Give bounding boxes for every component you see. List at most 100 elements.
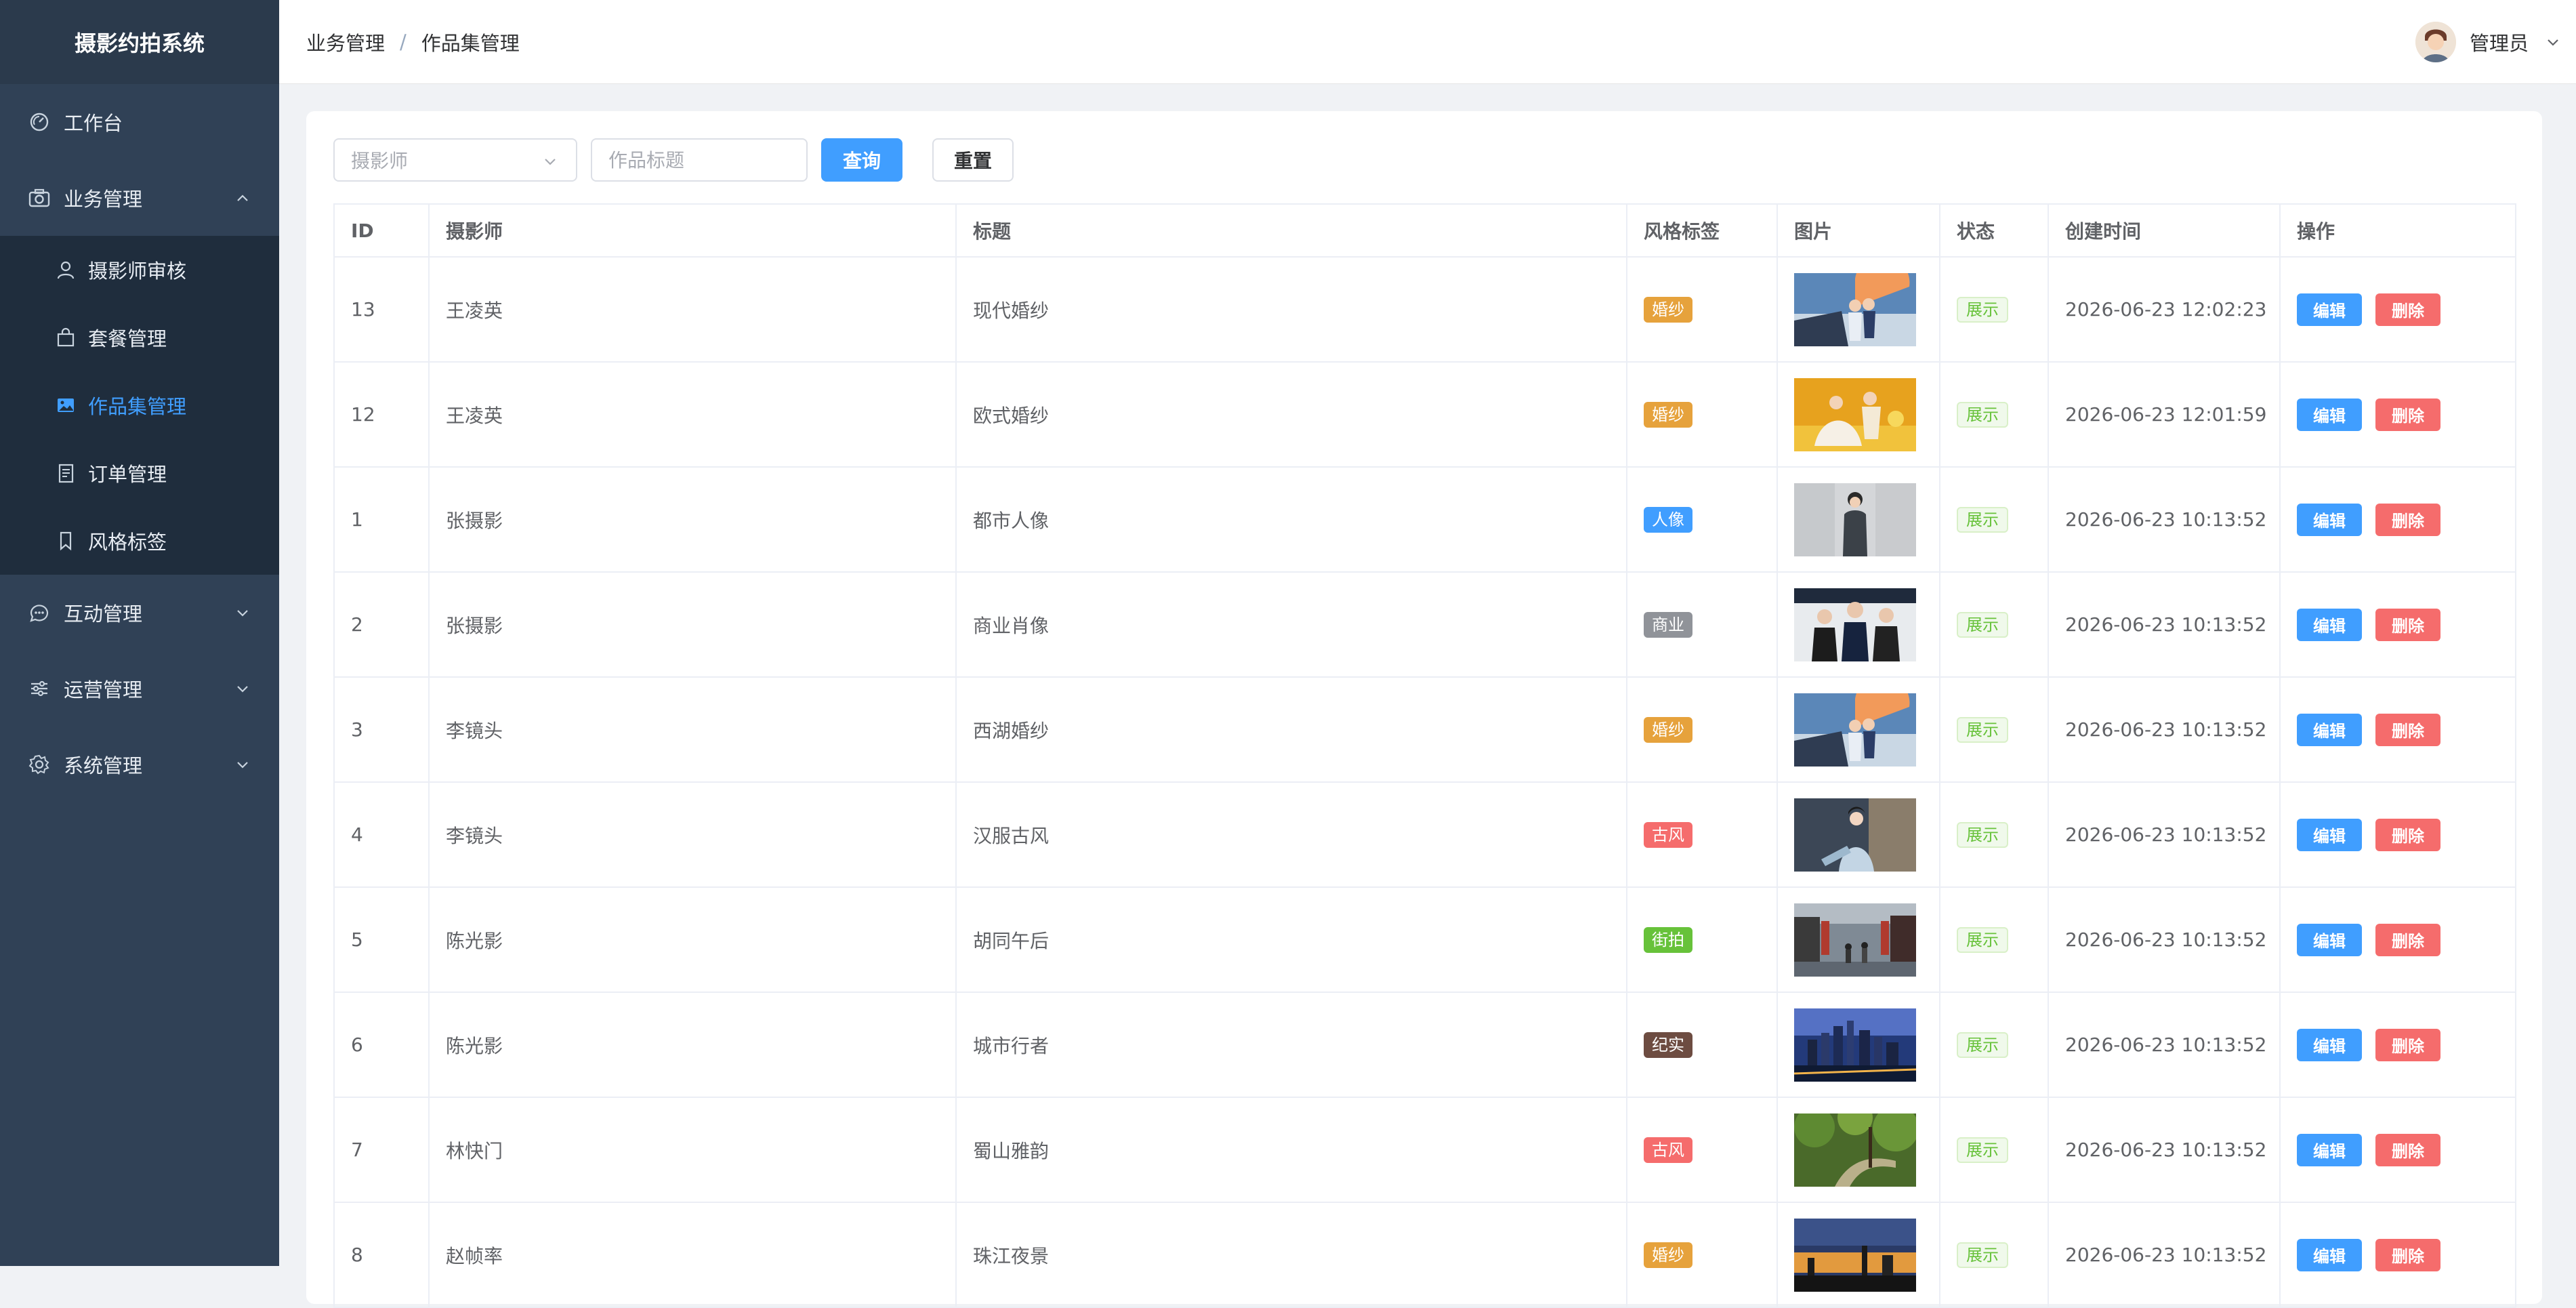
column-header: 图片	[1777, 203, 1940, 258]
cell-id: 4	[333, 781, 430, 888]
cell-status: 展示	[1939, 256, 2049, 363]
delete-button[interactable]: 删除	[2375, 1028, 2440, 1061]
cell-id: 7	[333, 1097, 430, 1203]
delete-button[interactable]: 删除	[2375, 818, 2440, 851]
table-body: 13 王凌英 现代婚纱 婚纱 展示 2026-06-23 12:02:23 编辑…	[333, 256, 2516, 1308]
style-tag: 婚纱	[1644, 1242, 1692, 1268]
delete-button[interactable]: 删除	[2375, 923, 2440, 956]
sidebar-item-photographer-review[interactable]: 摄影师审核	[0, 236, 279, 304]
sidebar-item-label: 作品集管理	[88, 395, 187, 418]
title-text: 欧式婚纱	[973, 404, 1050, 427]
photographer-text: 王凌英	[446, 404, 503, 427]
photographer-text: 张摄影	[446, 509, 503, 532]
thumbnail-image[interactable]	[1794, 798, 1939, 872]
breadcrumb: 业务管理 / 作品集管理	[306, 28, 520, 56]
column-header: ID	[333, 203, 430, 258]
title-search-input[interactable]	[591, 138, 808, 182]
cell-status: 展示	[1939, 361, 2049, 468]
cell-style-tag: 婚纱	[1626, 676, 1778, 783]
sidebar-item-label: 业务管理	[64, 188, 143, 211]
delete-button[interactable]: 删除	[2375, 1133, 2440, 1166]
table-row: 7 林快门 蜀山雅韵 古风 展示 2026-06-23 10:13:52 编辑删…	[333, 1097, 2516, 1203]
sidebar-group-operations[interactable]: 运营管理	[0, 651, 279, 727]
style-tag: 婚纱	[1644, 401, 1692, 428]
edit-button[interactable]: 编辑	[2297, 1238, 2362, 1271]
cell-photographer: 李镜头	[428, 676, 957, 783]
thumbnail-image[interactable]	[1794, 483, 1939, 556]
sidebar-item-orders[interactable]: 订单管理	[0, 439, 279, 507]
sidebar-item-style-tags[interactable]: 风格标签	[0, 507, 279, 575]
delete-button[interactable]: 删除	[2375, 713, 2440, 746]
cell-id: 13	[333, 256, 430, 363]
style-tag: 婚纱	[1644, 716, 1692, 743]
edit-button[interactable]: 编辑	[2297, 713, 2362, 746]
sidebar-group-interaction[interactable]: 互动管理	[0, 575, 279, 651]
chevron-down-icon	[237, 686, 248, 693]
delete-button[interactable]: 删除	[2375, 1238, 2440, 1271]
thumbnail-image[interactable]	[1794, 693, 1939, 767]
cell-style-tag: 古风	[1626, 1097, 1778, 1203]
edit-button[interactable]: 编辑	[2297, 1133, 2362, 1166]
cell-style-tag: 商业	[1626, 571, 1778, 678]
sidebar-group-business[interactable]: 业务管理	[0, 160, 279, 236]
query-button[interactable]: 查询	[821, 138, 902, 182]
edit-button[interactable]: 编辑	[2297, 1028, 2362, 1061]
cell-id: 6	[333, 992, 430, 1098]
edit-button[interactable]: 编辑	[2297, 923, 2362, 956]
cell-actions: 编辑 删除	[2279, 781, 2516, 888]
photographer-select[interactable]: 摄影师	[333, 138, 577, 182]
chevron-up-icon	[237, 195, 248, 201]
cell-title: 胡同午后	[955, 886, 1627, 993]
delete-button[interactable]: 删除	[2375, 398, 2440, 431]
user-menu[interactable]: 管理员	[2415, 19, 2562, 65]
edit-button[interactable]: 编辑	[2297, 608, 2362, 641]
id-text: 8	[351, 1244, 363, 1266]
photographer-text: 李镜头	[446, 719, 503, 742]
sidebar-item-packages[interactable]: 套餐管理	[0, 304, 279, 371]
cell-photographer: 陈光影	[428, 992, 957, 1098]
cell-created: 2026-06-23 12:01:59	[2048, 361, 2281, 468]
delete-button[interactable]: 删除	[2375, 503, 2440, 536]
id-text: 13	[351, 298, 375, 321]
sidebar-item-portfolio[interactable]: 作品集管理	[0, 371, 279, 439]
sidebar-group-system[interactable]: 系统管理	[0, 727, 279, 802]
cell-image	[1777, 992, 1940, 1098]
thumbnail-image[interactable]	[1794, 272, 1939, 346]
chevron-down-icon	[237, 762, 248, 769]
photographer-text: 张摄影	[446, 614, 503, 637]
avatar	[2415, 22, 2456, 62]
portfolio-table: ID 摄影师 标题 风格标签 图片 状态 创建时间 操作 13 王凌英 现代婚纱…	[333, 203, 2516, 1308]
table-row: 5 陈光影 胡同午后 街拍 展示 2026-06-23 10:13:52 编辑删…	[333, 886, 2516, 993]
style-tag: 人像	[1644, 506, 1692, 533]
thumbnail-image[interactable]	[1794, 377, 1939, 451]
sidebar-item-label: 风格标签	[88, 531, 167, 554]
delete-button[interactable]: 删除	[2375, 293, 2440, 326]
delete-button[interactable]: 删除	[2375, 608, 2440, 641]
thumbnail-image[interactable]	[1794, 1008, 1939, 1082]
cell-id: 1	[333, 466, 430, 573]
id-text: 2	[351, 613, 363, 636]
cell-style-tag: 古风	[1626, 781, 1778, 888]
sliders-icon	[27, 676, 51, 701]
edit-button[interactable]: 编辑	[2297, 293, 2362, 326]
title-text: 商业肖像	[973, 614, 1050, 637]
edit-button[interactable]: 编辑	[2297, 818, 2362, 851]
title-text: 胡同午后	[973, 929, 1050, 952]
sidebar-item-workbench[interactable]: 工作台	[0, 84, 279, 160]
thumbnail-image[interactable]	[1794, 588, 1939, 661]
column-header: 风格标签	[1626, 203, 1778, 258]
thumbnail-image[interactable]	[1794, 903, 1939, 977]
reset-button[interactable]: 重置	[932, 138, 1014, 182]
edit-button[interactable]: 编辑	[2297, 398, 2362, 431]
style-tag: 商业	[1644, 611, 1692, 638]
sidebar-item-label: 运营管理	[64, 678, 143, 701]
created-time: 2026-06-23 10:13:52	[2065, 718, 2267, 741]
thumbnail-image[interactable]	[1794, 1113, 1939, 1187]
cell-title: 城市行者	[955, 992, 1627, 1098]
cell-title: 都市人像	[955, 466, 1627, 573]
cell-title: 蜀山雅韵	[955, 1097, 1627, 1203]
thumbnail-image[interactable]	[1794, 1218, 1939, 1292]
cell-image	[1777, 466, 1940, 573]
breadcrumb-item[interactable]: 业务管理	[306, 28, 385, 56]
edit-button[interactable]: 编辑	[2297, 503, 2362, 536]
